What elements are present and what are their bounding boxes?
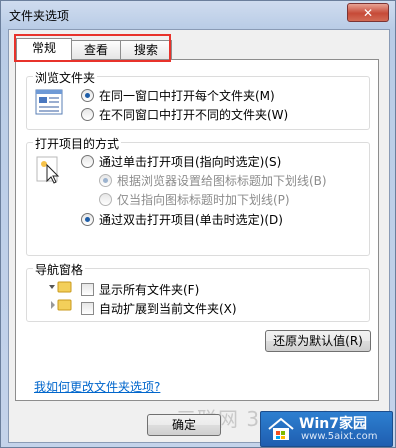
tab-view[interactable]: 查看 — [70, 40, 122, 59]
option-underline-browser-label: 根据浏览器设置给图标标题加下划线(B) — [117, 174, 327, 188]
radio-underline-point[interactable] — [99, 193, 112, 206]
restore-defaults-button[interactable]: 还原为默认值(R) — [265, 330, 371, 352]
option-same-window-label: 在同一窗口中打开每个文件夹(M) — [99, 89, 275, 103]
option-auto-expand-label: 自动扩展到当前文件夹(X) — [99, 302, 237, 316]
house-icon — [267, 416, 295, 445]
radio-same-window[interactable] — [81, 89, 94, 102]
open-items-group: 打开项目的方式 通过单击打开项目(指向时选定)(S) 根据浏览器设置给图标标题加… — [26, 135, 370, 256]
navigation-pane-title: 导航窗格 — [33, 261, 86, 278]
option-show-all-folders-label: 显示所有文件夹(F) — [99, 283, 200, 297]
help-link[interactable]: 我如何更改文件夹选项? — [34, 378, 160, 395]
folder-window-icon — [35, 89, 63, 118]
general-tab-panel: 浏览文件夹 在同一窗口中打开每个文件夹(M) 在不同窗口中打开不同的文件夹(W)… — [15, 59, 379, 431]
option-different-window-label: 在不同窗口中打开不同的文件夹(W) — [99, 108, 289, 122]
option-double-click[interactable]: 通过双击打开项目(单击时选定)(D) — [81, 211, 283, 228]
browse-folders-title: 浏览文件夹 — [33, 69, 98, 86]
open-items-title: 打开项目的方式 — [33, 135, 122, 152]
tab-general[interactable]: 常规 — [16, 38, 72, 60]
window-title: 文件夹选项 — [9, 9, 70, 23]
checkbox-auto-expand[interactable] — [81, 302, 94, 315]
option-underline-point-label: 仅当指向图标标题时加下划线(P) — [117, 193, 290, 207]
option-single-click-label: 通过单击打开项目(指向时选定)(S) — [99, 155, 282, 169]
folder-options-window: 文件夹选项 ✕ 常规 查看 搜索 浏览文件夹 在同一窗口中打开每个文件夹(M) … — [0, 0, 396, 448]
radio-double-click[interactable] — [81, 213, 94, 226]
browse-folders-group: 浏览文件夹 在同一窗口中打开每个文件夹(M) 在不同窗口中打开不同的文件夹(W) — [26, 69, 370, 130]
cursor-click-icon — [35, 155, 63, 188]
option-different-window[interactable]: 在不同窗口中打开不同的文件夹(W) — [81, 106, 288, 123]
option-same-window[interactable]: 在同一窗口中打开每个文件夹(M) — [81, 87, 275, 104]
logo-url: www.5aixt.com — [301, 431, 378, 442]
dialog-body: 常规 查看 搜索 浏览文件夹 在同一窗口中打开每个文件夹(M) 在不同窗口中打开… — [8, 29, 390, 443]
logo-title: Win7家园 — [299, 416, 367, 432]
option-double-click-label: 通过双击打开项目(单击时选定)(D) — [99, 213, 283, 227]
tree-folder-icon — [47, 281, 77, 320]
radio-different-window[interactable] — [81, 108, 94, 121]
option-underline-point[interactable]: 仅当指向图标标题时加下划线(P) — [99, 191, 290, 208]
checkbox-show-all-folders[interactable] — [81, 283, 94, 296]
site-logo: Win7家园 www.5aixt.com — [260, 411, 393, 447]
option-underline-browser[interactable]: 根据浏览器设置给图标标题加下划线(B) — [99, 172, 327, 189]
radio-underline-browser[interactable] — [99, 174, 112, 187]
tab-search[interactable]: 搜索 — [120, 40, 172, 59]
option-single-click[interactable]: 通过单击打开项目(指向时选定)(S) — [81, 153, 281, 170]
radio-single-click[interactable] — [81, 155, 94, 168]
ok-button[interactable]: 确定 — [147, 414, 221, 436]
option-auto-expand[interactable]: 自动扩展到当前文件夹(X) — [81, 300, 237, 317]
navigation-pane-group: 导航窗格 显示所有文件夹(F) 自动扩展到当前文件夹(X) — [26, 261, 370, 322]
close-icon: ✕ — [362, 5, 374, 20]
close-button[interactable]: ✕ — [347, 3, 389, 22]
title-bar[interactable]: 文件夹选项 ✕ — [1, 1, 395, 27]
option-show-all-folders[interactable]: 显示所有文件夹(F) — [81, 281, 199, 298]
